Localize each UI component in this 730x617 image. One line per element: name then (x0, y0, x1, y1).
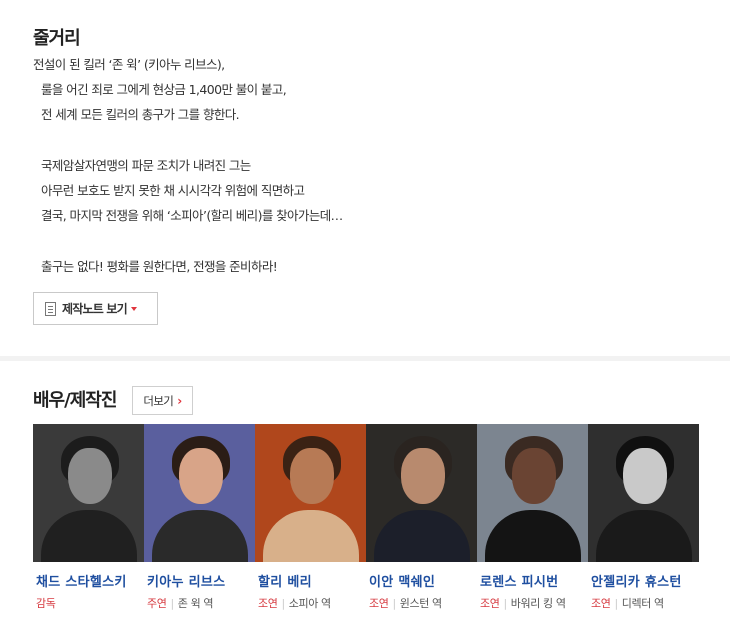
synopsis-line: 전 세계 모든 킬러의 총구가 그를 향한다. (41, 107, 240, 122)
cast-role-name: 바워리 킹 역 (510, 597, 566, 610)
cast-photo[interactable] (33, 424, 144, 562)
cast-role-name: 소피아 역 (288, 597, 331, 610)
caret-down-icon (130, 306, 137, 311)
cast-meta: 조연 | 소피아 역 (255, 596, 350, 612)
meta-separator: | (503, 597, 507, 610)
cast-role-name: 존 윅 역 (177, 597, 214, 610)
production-note-label: 제작노트 보기 (62, 302, 128, 316)
cast-card[interactable]: 할리 베리 조연 | 소피아 역 (255, 424, 366, 612)
meta-separator: | (614, 597, 618, 610)
synopsis-line: 출구는 없다! 평화를 원한다면, 전쟁을 준비하라! (41, 259, 278, 274)
cast-photo[interactable] (588, 424, 699, 562)
cast-role-type: 주연 (147, 597, 167, 610)
cast-card[interactable]: 안젤리카 휴스턴 조연 | 디렉터 역 (588, 424, 699, 612)
cast-name[interactable]: 로렌스 피시번 (477, 571, 583, 590)
production-note-button[interactable]: 제작노트 보기 (33, 292, 158, 325)
cast-card[interactable]: 이안 맥쉐인 조연 | 윈스턴 역 (366, 424, 477, 612)
cast-role-type: 조연 (369, 597, 389, 610)
cast-name[interactable]: 키아누 리브스 (144, 571, 250, 590)
synopsis-body: 전설이 된 킬러 ‘존 윅’ (키아누 리브스), 룰을 어긴 죄로 그에게 현… (33, 57, 343, 284)
cast-photo[interactable] (255, 424, 366, 562)
more-button[interactable]: 더보기 › (132, 386, 193, 415)
synopsis-line: 룰을 어긴 죄로 그에게 현상금 1,400만 불이 붙고, (41, 82, 287, 97)
cast-role-type: 조연 (591, 597, 611, 610)
cast-meta: 조연 | 윈스턴 역 (366, 596, 461, 612)
synopsis-line: 결국, 마지막 전쟁을 위해 ‘소피아’(할리 베리)를 찾아가는데… (41, 208, 343, 223)
cast-name[interactable]: 이안 맥쉐인 (366, 571, 472, 590)
synopsis-line: 아무런 보호도 받지 못한 채 시시각각 위험에 직면하고 (41, 183, 305, 198)
synopsis-line: 전설이 된 킬러 ‘존 윅’ (키아누 리브스), (33, 57, 225, 72)
cast-meta: 조연 | 디렉터 역 (588, 596, 683, 612)
synopsis-title: 줄거리 (33, 28, 81, 49)
cast-list: 채드 스타헬스키 감독 키아누 리브스 주연 | 존 윅 역 할리 베리 조연 | 소피… (33, 424, 699, 612)
chevron-right-icon: › (177, 393, 182, 408)
cast-name[interactable]: 채드 스타헬스키 (33, 571, 139, 590)
cast-card[interactable]: 채드 스타헬스키 감독 (33, 424, 144, 612)
cast-role-type: 감독 (36, 597, 56, 610)
section-divider (0, 356, 730, 361)
cast-meta: 조연 | 바워리 킹 역 (477, 596, 572, 612)
cast-role-type: 조연 (480, 597, 500, 610)
cast-role-name: 디렉터 역 (621, 597, 664, 610)
cast-photo[interactable] (477, 424, 588, 562)
more-label: 더보기 (143, 393, 174, 408)
synopsis-line: 국제암살자연맹의 파문 조치가 내려진 그는 (41, 158, 251, 173)
cast-photo[interactable] (144, 424, 255, 562)
meta-separator: | (281, 597, 285, 610)
meta-separator: | (170, 597, 174, 610)
cast-card[interactable]: 로렌스 피시번 조연 | 바워리 킹 역 (477, 424, 588, 612)
cast-card[interactable]: 키아누 리브스 주연 | 존 윅 역 (144, 424, 255, 612)
cast-meta: 주연 | 존 윅 역 (144, 596, 239, 612)
cast-role-type: 조연 (258, 597, 278, 610)
meta-separator: | (392, 597, 396, 610)
document-icon (45, 301, 56, 316)
cast-photo[interactable] (366, 424, 477, 562)
synopsis-line (33, 132, 343, 158)
cast-meta: 감독 (33, 596, 128, 612)
cast-name[interactable]: 할리 베리 (255, 571, 361, 590)
synopsis-line (33, 233, 343, 259)
cast-section-title: 배우/제작진 (33, 390, 117, 411)
cast-name[interactable]: 안젤리카 휴스턴 (588, 571, 694, 590)
cast-role-name: 윈스턴 역 (399, 597, 442, 610)
